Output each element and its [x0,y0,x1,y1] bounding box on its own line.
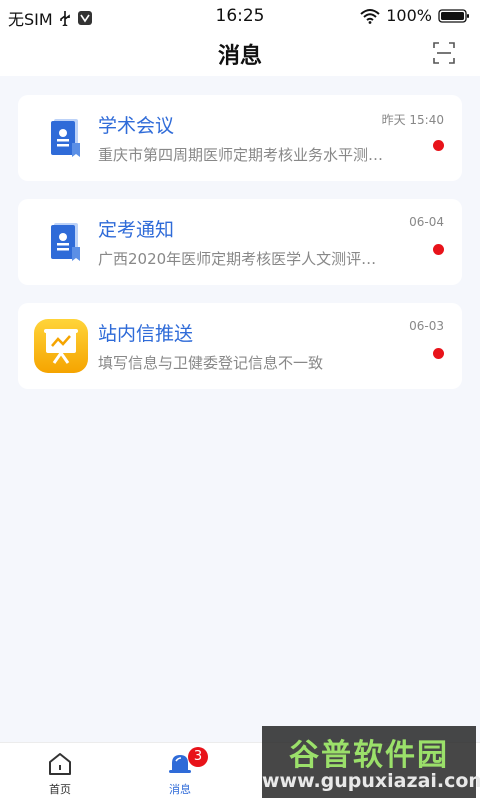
tab-label: 消息 [169,783,191,796]
message-summary: 填写信息与卫健委登记信息不一致 [98,354,324,372]
message-summary: 重庆市第四周期医师定期考核业务水平测… [98,146,384,164]
unread-count-badge: 3 [188,747,208,767]
message-time: 06-03 [409,319,444,333]
unread-dot [433,244,444,255]
battery-icon [438,8,469,23]
message-item-academic-meeting[interactable]: 学术会议 重庆市第四周期医师定期考核业务水平测… 昨天 15:40 [18,95,462,181]
message-title: 定考通知 [98,219,175,241]
unread-dot [433,140,444,151]
watermark-url: www.gupuxiazai.com [262,770,480,792]
scan-icon[interactable] [432,41,456,65]
wifi-icon [360,8,380,24]
document-icon [51,119,80,157]
message-summary: 广西2020年医师定期考核医学人文测评… [98,250,377,268]
app-header: 消息 [0,34,480,76]
message-title: 学术会议 [98,115,175,137]
presentation-icon [34,319,88,373]
tab-home[interactable]: 首页 [0,743,120,800]
page-title: 消息 [217,44,262,69]
message-item-exam-notice[interactable]: 定考通知 广西2020年医师定期考核医学人文测评… 06-04 [18,199,462,285]
tab-label: 首页 [49,783,71,796]
watermark: 谷普软件园 www.gupuxiazai.com [262,726,480,798]
message-item-site-push[interactable]: 站内信推送 填写信息与卫健委登记信息不一致 06-03 [18,303,462,389]
watermark-title: 谷普软件园 [289,738,449,773]
battery-percent: 100% [386,6,432,25]
message-title: 站内信推送 [98,323,194,345]
tab-messages[interactable]: 3 消息 [120,743,240,800]
status-bar: 无SIM 16:25 100% [0,0,480,34]
status-bar-right: 100% [360,6,470,25]
home-icon [49,753,71,775]
unread-dot [433,348,444,359]
document-icon [51,223,80,261]
message-time: 06-04 [409,215,444,229]
message-time: 昨天 15:40 [381,113,444,127]
